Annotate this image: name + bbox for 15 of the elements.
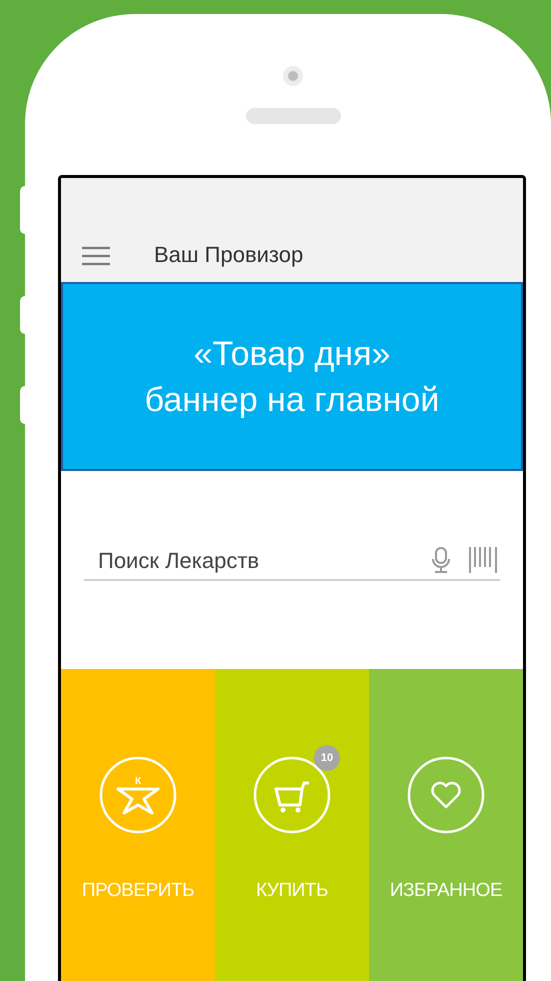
menu-tile[interactable]: 10 КУПИТЬ	[215, 669, 369, 981]
search-field[interactable]: Поиск Лекарств	[98, 544, 432, 576]
barcode-icon[interactable]	[468, 547, 498, 573]
banner[interactable]: «Товар дня» баннер на главной	[61, 282, 523, 471]
banner-text: баннер на главной	[144, 380, 440, 420]
menu-icon[interactable]	[82, 246, 110, 266]
star-logo-icon: К	[98, 755, 178, 835]
menu-tile[interactable]: ИЗБРАННОЕ	[369, 669, 523, 981]
count-badge: 10	[314, 745, 340, 771]
banner-text: «Товар дня»	[194, 334, 390, 374]
cart-icon	[252, 755, 332, 835]
menu-tile[interactable]: К ПРОВЕРИТЬ	[61, 669, 215, 981]
app-title: Ваш Провизор	[154, 244, 304, 266]
camera-icon	[283, 66, 303, 86]
microphone-icon[interactable]	[432, 547, 450, 573]
